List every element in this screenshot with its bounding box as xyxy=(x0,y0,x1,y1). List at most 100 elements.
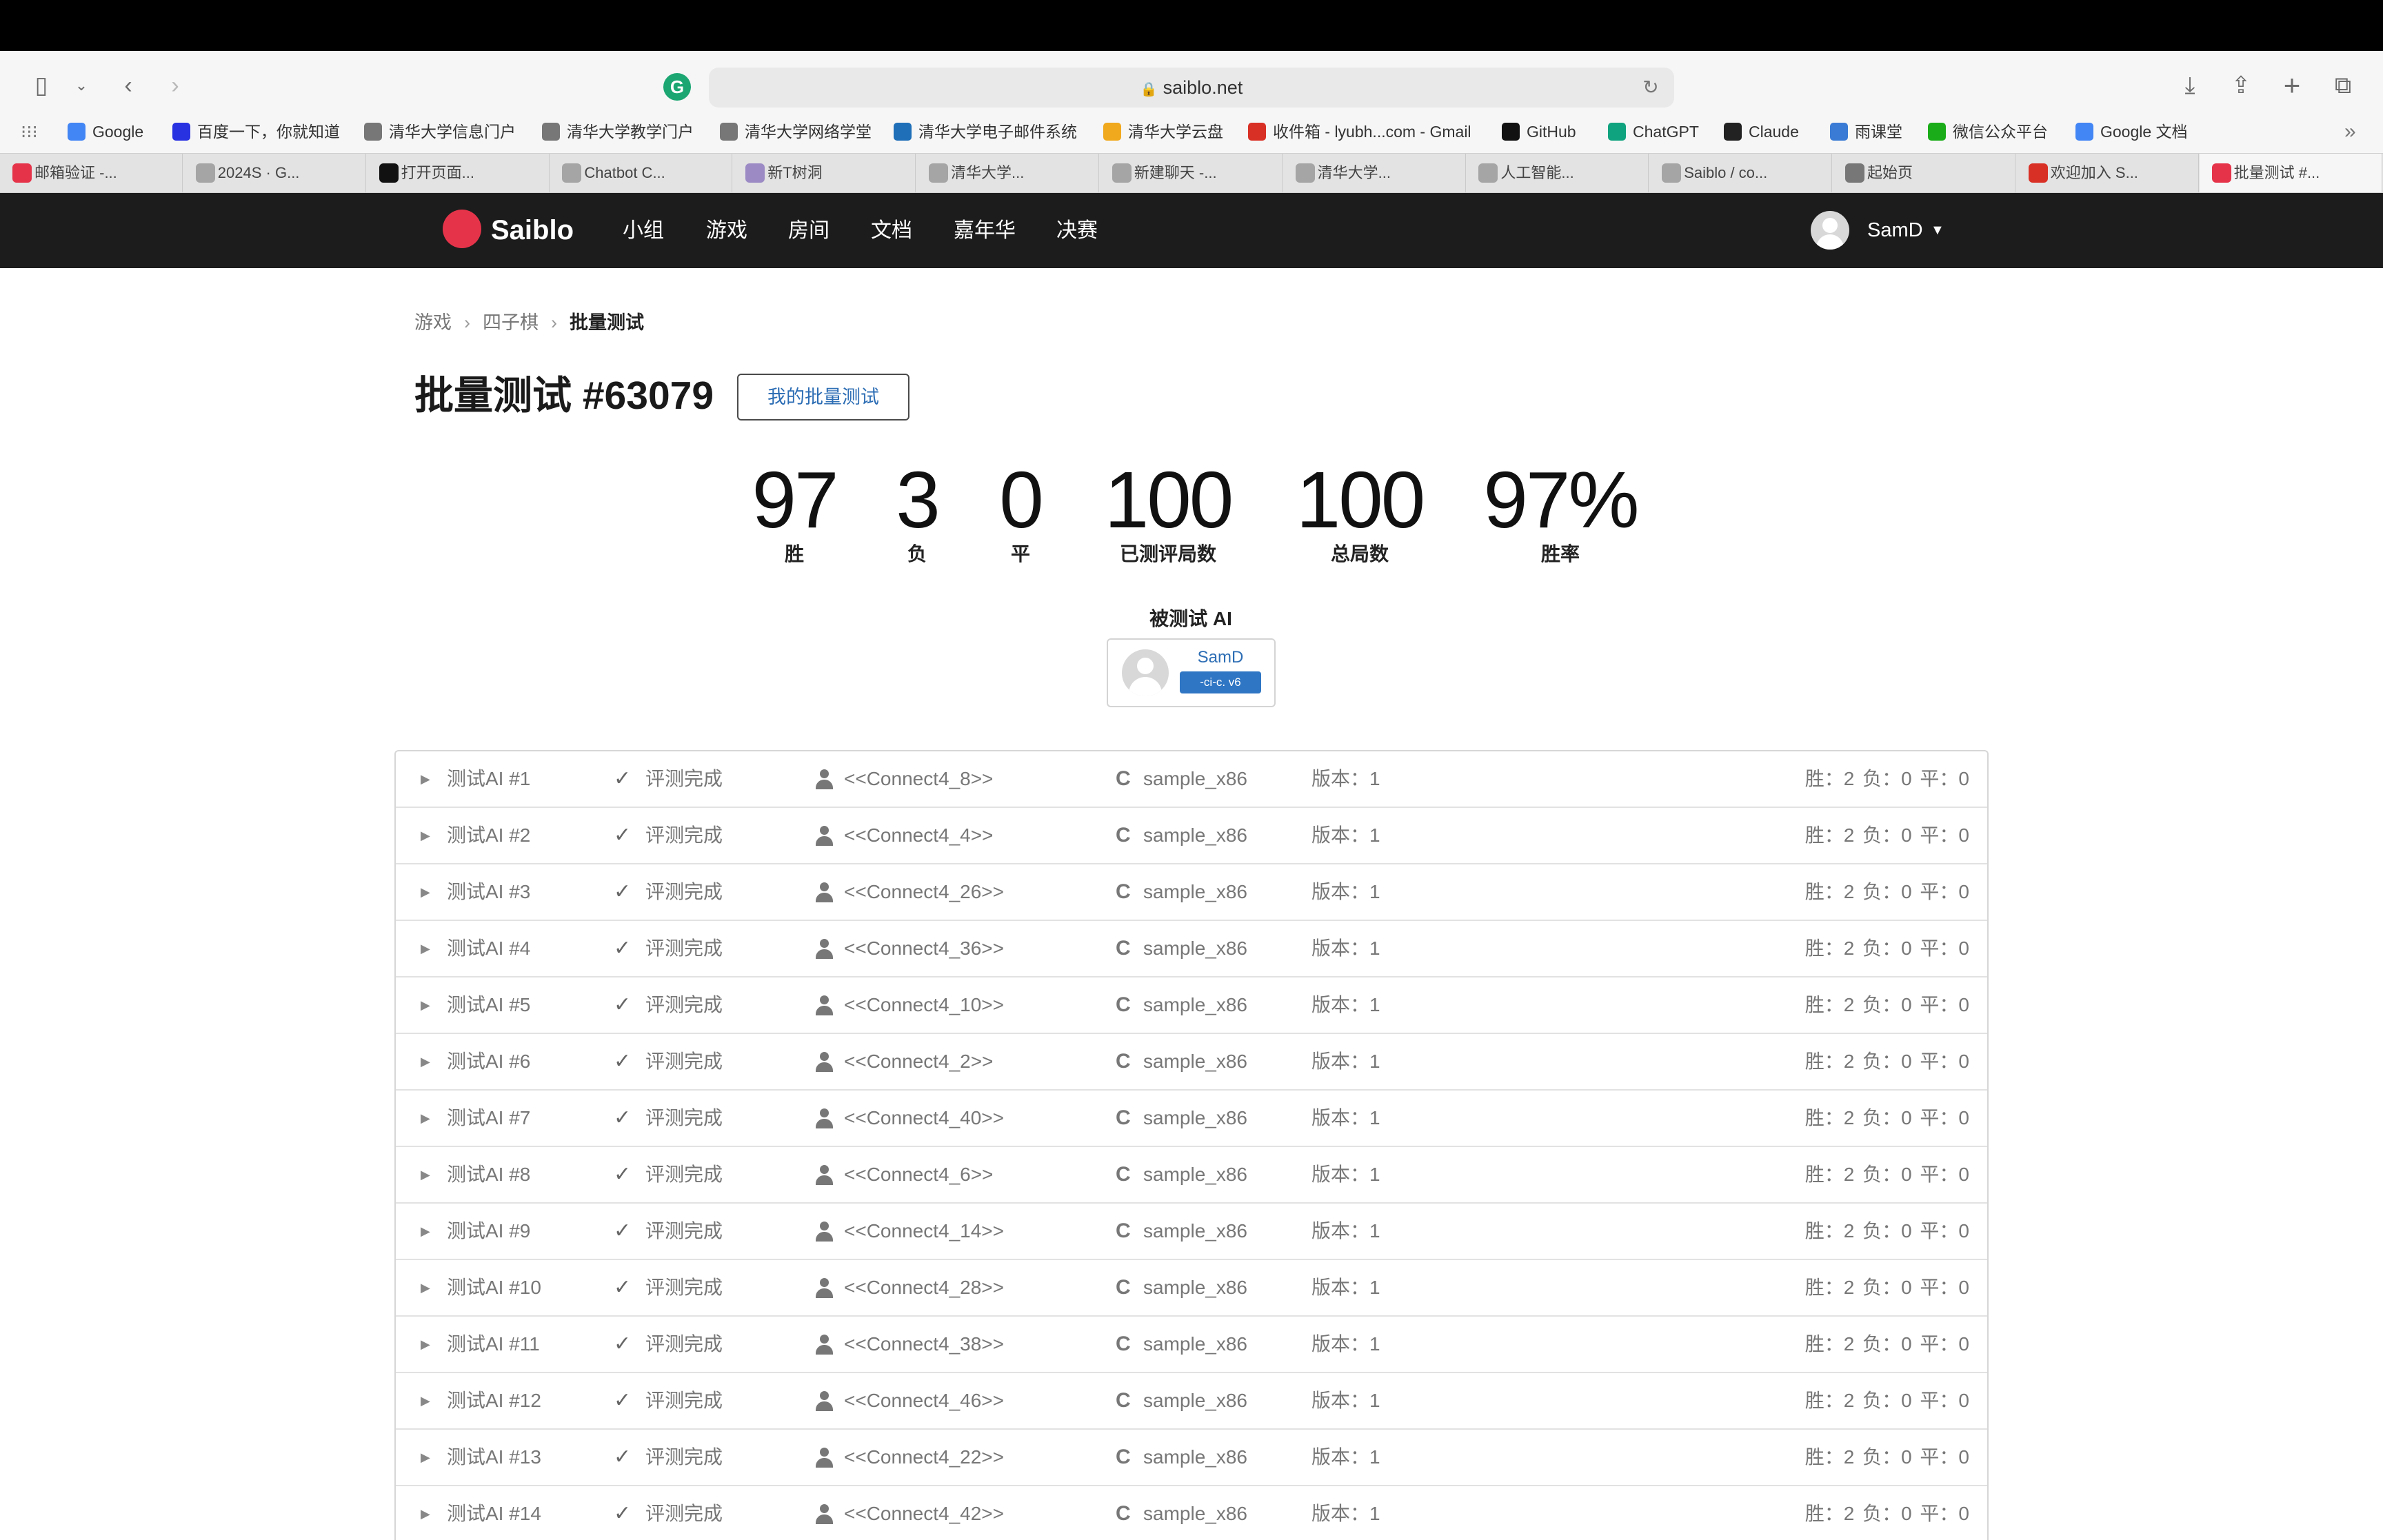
new-tab-icon[interactable]: + xyxy=(2277,71,2307,102)
bookmark-item[interactable]: 清华大学信息门户 xyxy=(364,110,516,153)
opponent-name[interactable]: <<Connect4_2>> xyxy=(844,1034,993,1089)
nav-finals[interactable]: 决赛 xyxy=(1056,193,1098,268)
browser-tab[interactable]: 2024S · G... xyxy=(183,154,366,192)
tab-overview-icon[interactable]: ⧉ xyxy=(2328,72,2358,102)
expand-triangle-icon[interactable]: ▶ xyxy=(421,1317,430,1372)
bookmark-item[interactable]: 微信公众平台 xyxy=(1928,110,2048,153)
bookmark-item[interactable]: ChatGPT xyxy=(1608,110,1699,153)
my-batch-tests-button[interactable]: 我的批量测试 xyxy=(737,374,909,421)
bookmark-item[interactable]: 雨课堂 xyxy=(1830,110,1902,153)
opponent-name[interactable]: <<Connect4_42>> xyxy=(844,1486,1004,1540)
expand-triangle-icon[interactable]: ▶ xyxy=(421,1373,430,1428)
bookmark-item[interactable]: GitHub xyxy=(1502,110,1576,153)
bookmark-item[interactable]: Claude xyxy=(1724,110,1799,153)
saiblo-logo-icon[interactable] xyxy=(443,210,481,248)
expand-triangle-icon[interactable]: ▶ xyxy=(421,1486,430,1540)
bookmark-item[interactable]: 清华大学网络学堂 xyxy=(720,110,872,153)
opponent-name[interactable]: <<Connect4_4>> xyxy=(844,808,993,863)
opponent-name[interactable]: <<Connect4_28>> xyxy=(844,1260,1004,1315)
tested-ai-user[interactable]: SamD xyxy=(1177,648,1264,667)
list-item[interactable]: ▶ 测试AI #14 ✓ 评测完成 <<Connect4_42>> Csample_x86… xyxy=(396,1486,1987,1540)
list-item[interactable]: ▶ 测试AI #1 ✓ 评测完成 <<Connect4_8>> Csample_x86 版本… xyxy=(396,751,1987,808)
nav-docs[interactable]: 文档 xyxy=(871,193,912,268)
opponent-name[interactable]: <<Connect4_10>> xyxy=(844,977,1004,1033)
list-item[interactable]: ▶ 测试AI #8 ✓ 评测完成 <<Connect4_6>> Csample_x86 版本… xyxy=(396,1147,1987,1204)
site-brand[interactable]: Saiblo xyxy=(491,193,574,268)
opponent-name[interactable]: <<Connect4_6>> xyxy=(844,1147,993,1202)
opponent-name[interactable]: <<Connect4_22>> xyxy=(844,1430,1004,1485)
browser-tab[interactable]: 打开页面... xyxy=(367,154,550,192)
user-avatar[interactable] xyxy=(1811,211,1849,250)
bookmark-item[interactable]: Google xyxy=(68,110,143,153)
apps-grid-icon[interactable]: ⁝⁝⁝ xyxy=(21,110,38,153)
user-icon xyxy=(815,1222,833,1242)
expand-triangle-icon[interactable]: ▶ xyxy=(421,1147,430,1202)
list-item[interactable]: ▶ 测试AI #11 ✓ 评测完成 <<Connect4_38>> Csample_x86… xyxy=(396,1317,1987,1373)
breadcrumb-games[interactable]: 游戏 xyxy=(414,312,452,333)
breadcrumb-connect4[interactable]: 四子棋 xyxy=(483,312,539,333)
browser-tab[interactable]: 新T树洞 xyxy=(733,154,916,192)
list-item[interactable]: ▶ 测试AI #2 ✓ 评测完成 <<Connect4_4>> Csample_x86 版本… xyxy=(396,808,1987,864)
list-item[interactable]: ▶ 测试AI #12 ✓ 评测完成 <<Connect4_46>> Csample_x86… xyxy=(396,1373,1987,1430)
expand-triangle-icon[interactable]: ▶ xyxy=(421,921,430,976)
bookmark-item[interactable]: Google 文档 xyxy=(2075,110,2188,153)
browser-tab[interactable]: 起始页 xyxy=(1833,154,2015,192)
expand-triangle-icon[interactable]: ▶ xyxy=(421,977,430,1033)
caret-down-icon[interactable]: ▼ xyxy=(1931,193,1944,268)
more-bookmarks-icon[interactable]: » xyxy=(2344,110,2356,153)
opponent-name[interactable]: <<Connect4_14>> xyxy=(844,1204,1004,1259)
bookmark-item[interactable]: 百度一下，你就知道 xyxy=(172,110,340,153)
share-icon[interactable]: ⇪ xyxy=(2226,72,2256,102)
expand-triangle-icon[interactable]: ▶ xyxy=(421,864,430,920)
browser-tab[interactable]: 新建聊天 -... xyxy=(1100,154,1283,192)
opponent-name[interactable]: <<Connect4_8>> xyxy=(844,751,993,807)
bookmark-item[interactable]: 清华大学教学门户 xyxy=(542,110,694,153)
address-bar[interactable]: 🔒 saiblo.net ↻ xyxy=(709,68,1674,108)
back-icon[interactable]: ‹ xyxy=(113,72,143,102)
score-summary: 胜：2 负：0 平：0 xyxy=(1804,1164,1969,1185)
browser-tab[interactable]: 人工智能... xyxy=(1466,154,1649,192)
tested-ai-card[interactable]: SamD -ci-c. v6 xyxy=(1107,638,1276,707)
opponent-name[interactable]: <<Connect4_40>> xyxy=(844,1091,1004,1146)
expand-triangle-icon[interactable]: ▶ xyxy=(421,1204,430,1259)
chevron-down-icon[interactable]: ⌄ xyxy=(66,72,97,102)
list-item[interactable]: ▶ 测试AI #5 ✓ 评测完成 <<Connect4_10>> Csample_x86 版… xyxy=(396,977,1987,1034)
browser-tab[interactable]: 欢迎加入 S... xyxy=(2016,154,2199,192)
download-icon[interactable]: ⤓ xyxy=(2175,72,2205,102)
expand-triangle-icon[interactable]: ▶ xyxy=(421,751,430,807)
expand-triangle-icon[interactable]: ▶ xyxy=(421,1430,430,1485)
expand-triangle-icon[interactable]: ▶ xyxy=(421,808,430,863)
nav-rooms[interactable]: 房间 xyxy=(788,193,829,268)
sidebar-toggle-icon[interactable]: ▯ xyxy=(26,72,57,102)
expand-triangle-icon[interactable]: ▶ xyxy=(421,1260,430,1315)
opponent-name[interactable]: <<Connect4_46>> xyxy=(844,1373,1004,1428)
list-item[interactable]: ▶ 测试AI #10 ✓ 评测完成 <<Connect4_28>> Csample_x86… xyxy=(396,1260,1987,1317)
list-item[interactable]: ▶ 测试AI #9 ✓ 评测完成 <<Connect4_14>> Csample_x86 版… xyxy=(396,1204,1987,1260)
nav-username[interactable]: SamD xyxy=(1867,193,1923,268)
browser-tab[interactable]: 邮箱验证 -... xyxy=(0,154,183,192)
forward-icon[interactable]: › xyxy=(160,72,190,102)
browser-tab[interactable]: 批量测试 #... xyxy=(2199,154,2382,192)
list-item[interactable]: ▶ 测试AI #3 ✓ 评测完成 <<Connect4_26>> Csample_x86 版… xyxy=(396,864,1987,921)
browser-tab[interactable]: 清华大学... xyxy=(916,154,1099,192)
list-item[interactable]: ▶ 测试AI #6 ✓ 评测完成 <<Connect4_2>> Csample_x86 版本… xyxy=(396,1034,1987,1091)
expand-triangle-icon[interactable]: ▶ xyxy=(421,1091,430,1146)
reload-icon[interactable]: ↻ xyxy=(1637,74,1665,101)
grammarly-extension-icon[interactable]: G xyxy=(663,73,691,101)
nav-games[interactable]: 游戏 xyxy=(706,193,747,268)
opponent-name[interactable]: <<Connect4_36>> xyxy=(844,921,1004,976)
bookmark-item[interactable]: 清华大学云盘 xyxy=(1103,110,1223,153)
browser-tab[interactable]: Chatbot C... xyxy=(550,154,733,192)
nav-carnival[interactable]: 嘉年华 xyxy=(954,193,1016,268)
list-item[interactable]: ▶ 测试AI #7 ✓ 评测完成 <<Connect4_40>> Csample_x86 版… xyxy=(396,1091,1987,1147)
nav-groups[interactable]: 小组 xyxy=(623,193,664,268)
opponent-name[interactable]: <<Connect4_38>> xyxy=(844,1317,1004,1372)
bookmark-item[interactable]: 清华大学电子邮件系统 xyxy=(894,110,1077,153)
browser-tab[interactable]: Saiblo / co... xyxy=(1649,154,1833,192)
bookmark-item[interactable]: 收件箱 - lyubh...com - Gmail xyxy=(1248,110,1471,153)
list-item[interactable]: ▶ 测试AI #13 ✓ 评测完成 <<Connect4_22>> Csample_x86… xyxy=(396,1430,1987,1486)
expand-triangle-icon[interactable]: ▶ xyxy=(421,1034,430,1089)
opponent-name[interactable]: <<Connect4_26>> xyxy=(844,864,1004,920)
list-item[interactable]: ▶ 测试AI #4 ✓ 评测完成 <<Connect4_36>> Csample_x86 版… xyxy=(396,921,1987,977)
browser-tab[interactable]: 清华大学... xyxy=(1283,154,1466,192)
